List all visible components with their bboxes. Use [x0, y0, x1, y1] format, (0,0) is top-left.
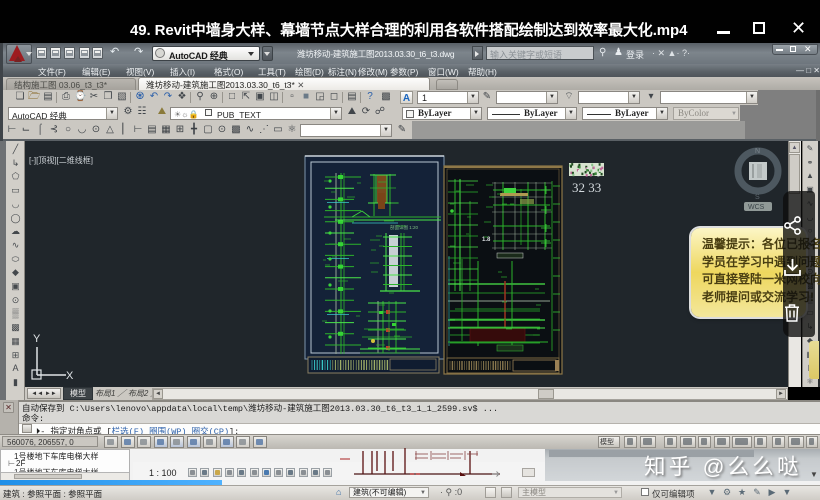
svg-text:32 33: 32 33	[572, 180, 601, 195]
svg-text:S: S	[755, 194, 760, 201]
svg-text:N: N	[755, 148, 760, 155]
svg-text:1.8: 1.8	[482, 237, 491, 243]
svg-text:剖面详图 1:20: 剖面详图 1:20	[390, 224, 419, 231]
svg-text:WCS: WCS	[748, 204, 765, 211]
